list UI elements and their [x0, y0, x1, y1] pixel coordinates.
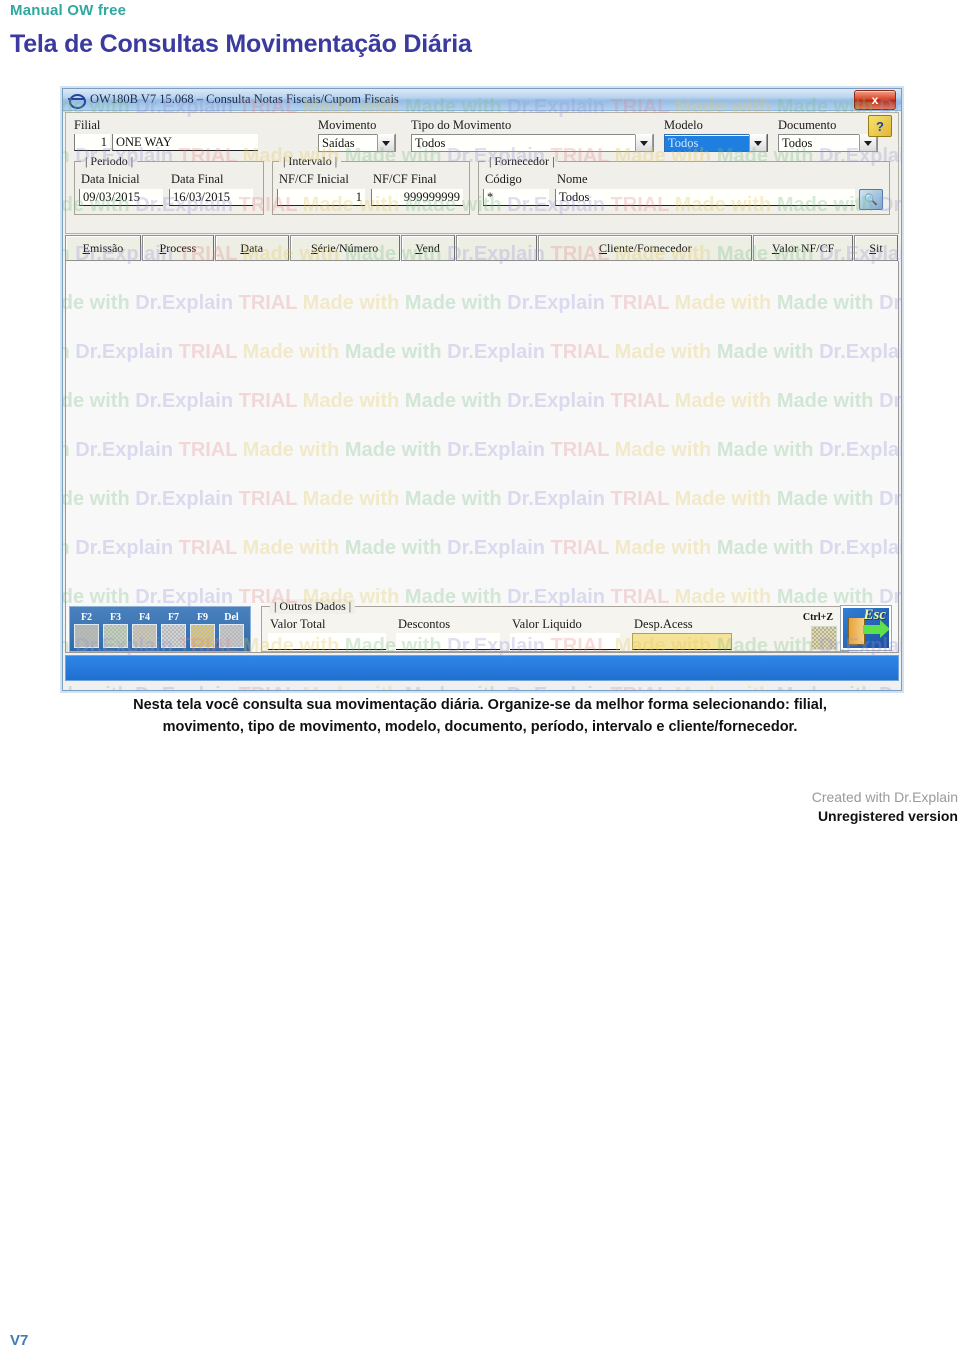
status-bar	[65, 655, 899, 681]
chevron-down-icon[interactable]	[635, 134, 653, 152]
data-final-input[interactable]: 16/03/2015	[169, 189, 253, 206]
movimento-value: Saídas	[322, 135, 355, 150]
column-header-cliente-fornecedor[interactable]: Cliente/Fornecedor	[538, 235, 753, 261]
column-header-valor-nf-cf[interactable]: Valor NF/CF	[753, 235, 854, 261]
export-icon	[161, 624, 186, 648]
fornecedor-group: Fornecedor Código * Nome Todos 🔍	[478, 154, 890, 215]
results-column-header: Emissão Process Data Série/Número Vend Client…	[65, 235, 899, 261]
fornecedor-codigo-label: Código	[485, 172, 522, 186]
arrow-shape	[863, 620, 889, 638]
chevron-down-icon[interactable]	[749, 134, 767, 152]
undo-icon[interactable]	[811, 626, 837, 650]
intervalo-group: Intervalo NF/CF Inicial 1 NF/CF Final 99…	[272, 154, 470, 215]
column-header-blank-5[interactable]	[455, 235, 538, 261]
modelo-label: Modelo	[664, 118, 703, 132]
fkey-f2[interactable]: F2	[74, 612, 99, 648]
ctrl-z-label: Ctrl+Z	[802, 612, 833, 623]
outros-dados-group: Outros Dados Valor Total Descontos Valor…	[261, 599, 849, 652]
valor-liquido-input[interactable]	[510, 633, 620, 650]
column-header-s-rie-n-mero[interactable]: Série/Número	[289, 235, 400, 261]
column-header-vend[interactable]: Vend	[400, 235, 455, 261]
help-book-icon[interactable]: ?	[868, 115, 892, 137]
column-header-process[interactable]: Process	[141, 235, 214, 261]
fkey-label: Del	[224, 612, 239, 623]
desp-acess-input[interactable]	[632, 633, 732, 650]
filial-code-input[interactable]: 1	[74, 134, 110, 151]
filter-form-panel: Filial 1 ONE WAY Movimento Saídas Tipo d…	[65, 112, 899, 234]
column-header-data[interactable]: Data	[214, 235, 289, 261]
valor-liquido-label: Valor Liquido	[512, 617, 582, 631]
fornecedor-codigo-input[interactable]: *	[483, 189, 549, 206]
fkey-label: F4	[138, 612, 151, 623]
documento-select[interactable]: Todos	[778, 134, 878, 152]
window-title: OW180B V7 15.068 – Consulta Notas Fiscai…	[90, 92, 399, 106]
fkey-label: F2	[80, 612, 93, 623]
close-icon[interactable]: x	[854, 90, 896, 110]
fkey-f7[interactable]: F7	[161, 612, 186, 648]
data-inicial-input[interactable]: 09/03/2015	[79, 189, 163, 206]
tipo-movimento-select[interactable]: Todos	[411, 134, 654, 152]
valor-total-input[interactable]	[268, 633, 386, 650]
outros-dados-caption: Outros Dados	[270, 599, 356, 614]
fkey-f3[interactable]: F3	[103, 612, 128, 648]
credit-block: Created with Dr.Explain Unregistered ver…	[538, 788, 958, 826]
print-icon	[132, 624, 157, 648]
movimento-label: Movimento	[318, 118, 377, 132]
modelo-select[interactable]: Todos	[664, 134, 768, 152]
data-inicial-label: Data Inicial	[81, 172, 140, 186]
chevron-down-icon[interactable]	[377, 134, 395, 152]
screen-description: Nesta tela você consulta sua movimentaçã…	[133, 697, 827, 735]
documento-label: Documento	[778, 118, 837, 132]
descontos-input[interactable]	[396, 633, 500, 650]
filial-label: Filial	[74, 118, 101, 132]
exit-door-icon[interactable]: Esc	[841, 606, 891, 650]
page-title: Tela de Consultas Movimentação Diária	[10, 30, 472, 58]
nf-inicial-label: NF/CF Inicial	[279, 172, 349, 186]
fkey-label: F3	[109, 612, 122, 623]
fkey-f4[interactable]: F4	[132, 612, 157, 648]
nf-inicial-input[interactable]: 1	[277, 189, 365, 206]
fornecedor-nome-input[interactable]: Todos	[555, 189, 855, 206]
periodo-caption: Periodo	[81, 154, 138, 169]
nf-final-label: NF/CF Final	[373, 172, 437, 186]
fkey-del[interactable]: Del	[219, 612, 244, 648]
application-screenshot: OW180B V7 15.068 – Consulta Notas Fiscai…	[62, 88, 902, 691]
fkey-label: F9	[196, 612, 209, 623]
esc-label: Esc	[863, 607, 887, 623]
intervalo-caption: Intervalo	[279, 154, 342, 169]
window-titlebar: OW180B V7 15.068 – Consulta Notas Fiscai…	[63, 89, 901, 111]
data-final-label: Data Final	[171, 172, 224, 186]
modelo-value: Todos	[665, 135, 749, 151]
filial-name-input[interactable]: ONE WAY	[112, 134, 258, 151]
version-tag: V7	[10, 1332, 29, 1349]
nf-final-input[interactable]: 999999999	[371, 189, 463, 206]
desp-acess-label: Desp.Acess	[634, 617, 693, 631]
delete-icon	[219, 624, 244, 648]
valor-total-label: Valor Total	[270, 617, 326, 631]
fkey-label: F7	[167, 612, 180, 623]
credit-line-2: Unregistered version	[817, 808, 958, 824]
column-header-emiss-o[interactable]: Emissão	[65, 235, 141, 261]
ow-logo-icon	[68, 93, 86, 109]
results-list-area[interactable]	[65, 261, 899, 653]
tipo-movimento-label: Tipo do Movimento	[411, 118, 512, 132]
folder-icon	[190, 624, 215, 648]
descontos-label: Descontos	[398, 617, 451, 631]
fkey-f9[interactable]: F9	[190, 612, 215, 648]
filter-icon	[103, 624, 128, 648]
fornecedor-caption: Fornecedor	[485, 154, 559, 169]
column-header-sit[interactable]: Sit	[854, 235, 898, 261]
search-lookup-icon[interactable]: 🔍	[859, 189, 883, 210]
manual-tag: Manual OW free	[10, 2, 127, 19]
movimento-select[interactable]: Saídas	[318, 134, 396, 152]
credit-line-1: Created with Dr.Explain	[811, 789, 958, 805]
tipo-movimento-value: Todos	[415, 135, 446, 150]
periodo-group: Periodo Data Inicial 09/03/2015 Data Fin…	[74, 154, 264, 215]
fornecedor-nome-label: Nome	[557, 172, 588, 186]
documento-value: Todos	[782, 135, 813, 150]
tool-icon	[74, 624, 99, 648]
function-key-toolbar: F2 F3 F4 F7 F9 Del	[69, 606, 251, 652]
